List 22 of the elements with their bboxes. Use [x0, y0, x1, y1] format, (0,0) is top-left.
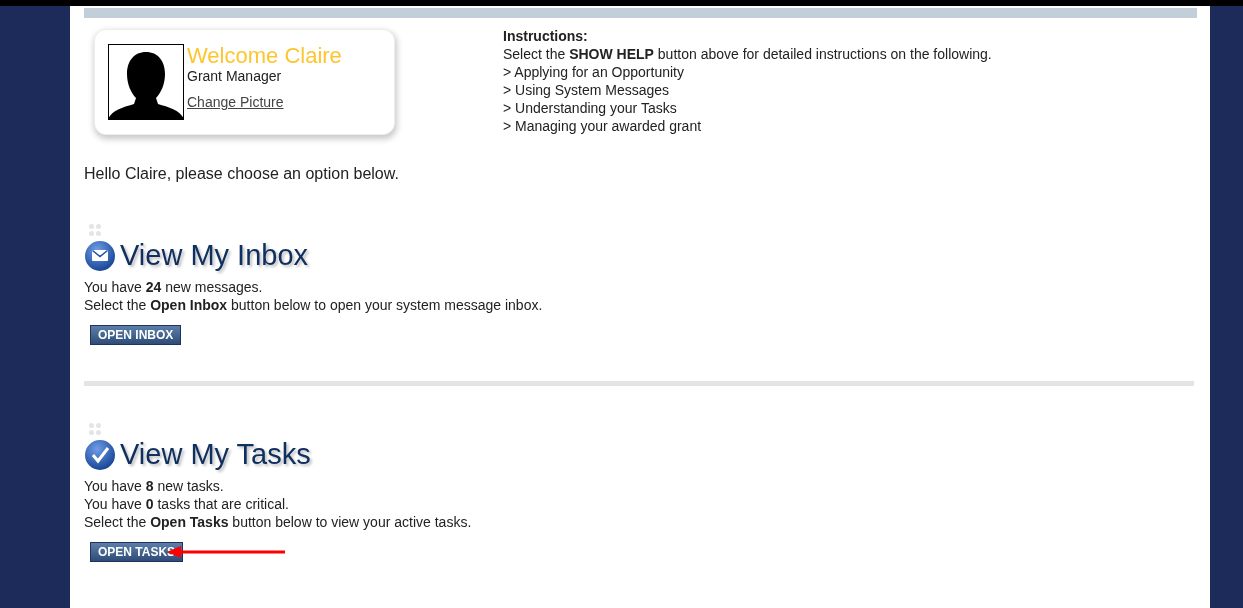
instructions-heading: Instructions: [503, 27, 589, 45]
instruction-item: > Understanding your Tasks [503, 99, 678, 117]
checkmark-icon [84, 438, 116, 471]
info-text: You have 0 tasks that are critical. [84, 495, 290, 513]
change-picture-link[interactable]: Change Picture [187, 94, 342, 110]
instruction-item: > Managing your awarded grant [503, 117, 703, 135]
info-text: You have 24 new messages. [84, 278, 264, 296]
info-text: Select the Open Tasks button below to view your active tasks. [84, 513, 473, 531]
instructions-text: Select the SHOW HELP button above for detailed instructions on the following. [503, 45, 992, 63]
open-button[interactable]: OPEN INBOX [90, 325, 182, 345]
greeting-text: Hello Claire, please choose an option below. [84, 165, 400, 183]
section-heading: View My Inbox [120, 239, 309, 272]
instruction-item: > Using System Messages [503, 81, 671, 99]
welcome-heading: Welcome Claire [187, 44, 342, 68]
role-label: Grant Manager [187, 68, 283, 84]
drag-handle-icon[interactable] [88, 223, 102, 237]
info-text: Select the Open Inbox button below to open your system message inbox. [84, 296, 544, 314]
info-text: You have 8 new tasks. [84, 477, 225, 495]
section-heading: View My Tasks [120, 438, 311, 471]
drag-handle-icon[interactable] [88, 422, 102, 436]
envelope-icon [84, 239, 116, 272]
instruction-item: > Applying for an Opportunity [503, 63, 685, 81]
